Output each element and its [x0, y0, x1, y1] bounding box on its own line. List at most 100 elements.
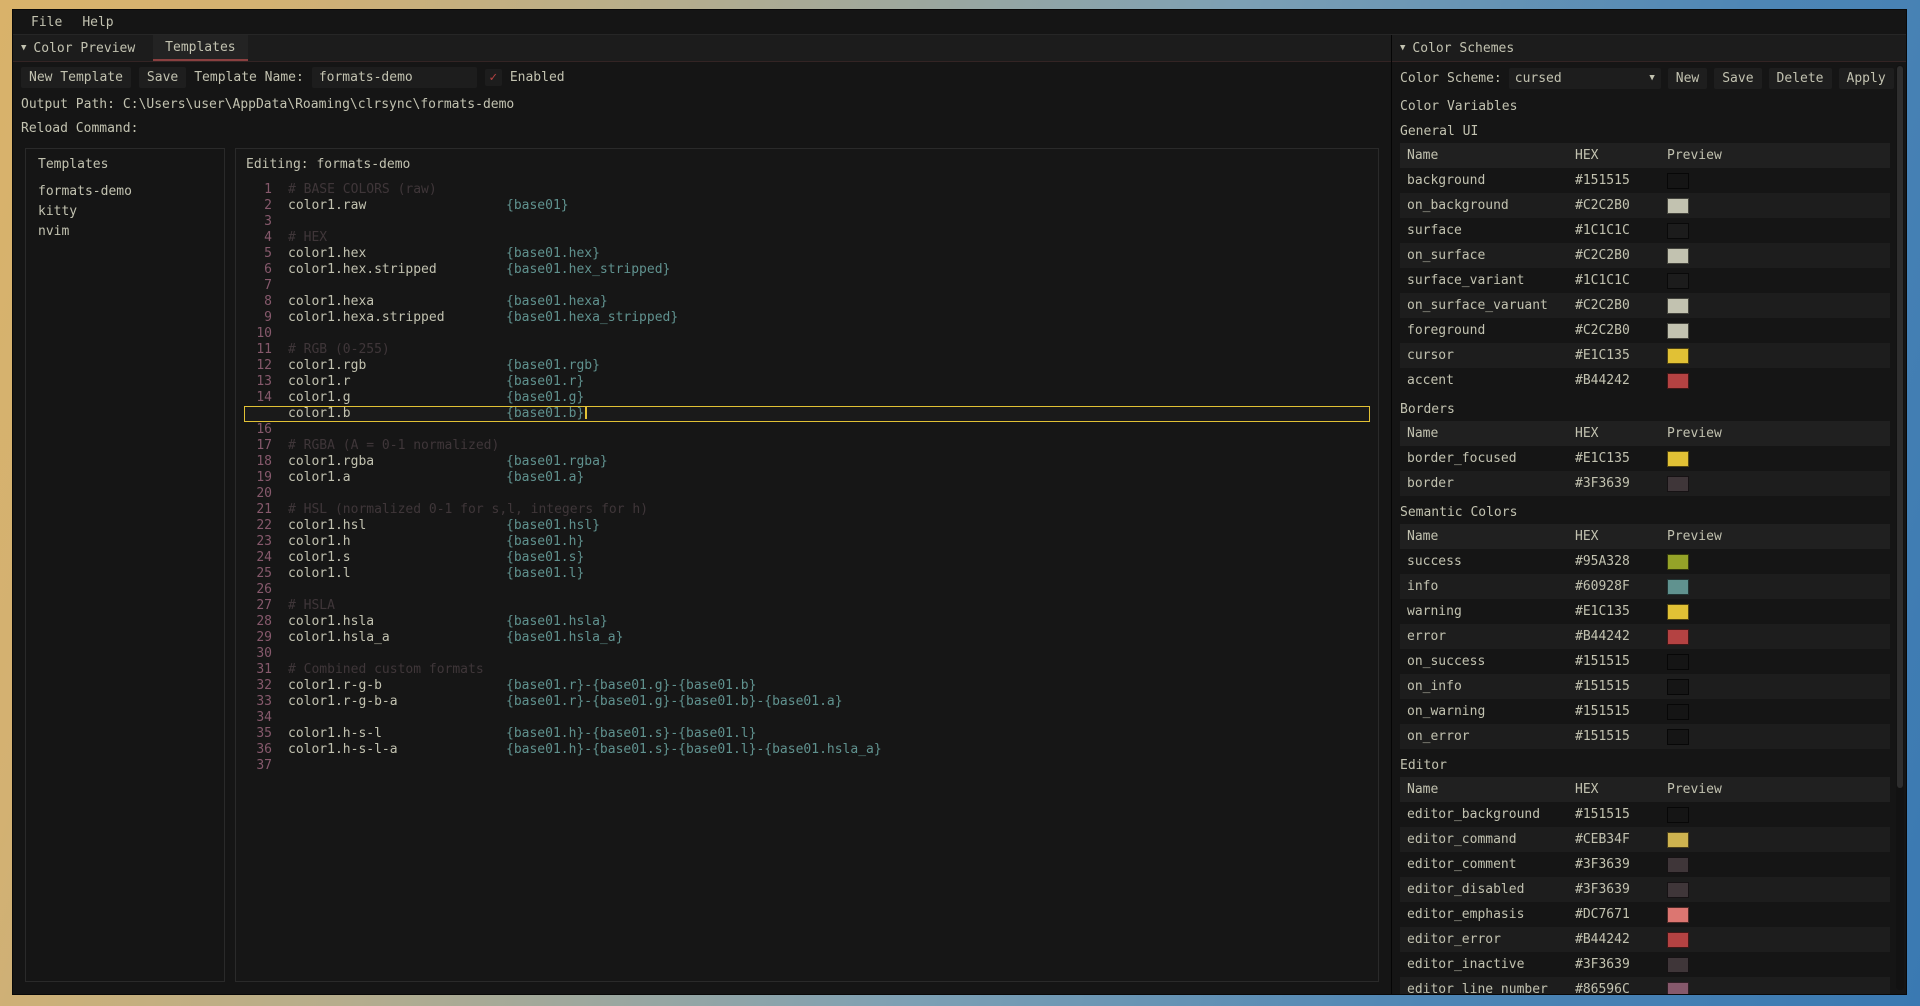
color-hex[interactable]: #151515	[1575, 729, 1667, 744]
code-line[interactable]: 22color1.hsl{base01.hsl}	[244, 518, 1370, 534]
code-line[interactable]: 9color1.hexa.stripped{base01.hexa_stripp…	[244, 310, 1370, 326]
code-line[interactable]: 7	[244, 278, 1370, 294]
color-swatch[interactable]	[1667, 273, 1689, 289]
color-hex[interactable]: #B44242	[1575, 932, 1667, 947]
color-swatch[interactable]	[1667, 476, 1689, 492]
template-item[interactable]: formats-demo	[38, 182, 212, 202]
color-swatch[interactable]	[1667, 729, 1689, 745]
color-swatch[interactable]	[1667, 807, 1689, 823]
color-swatch[interactable]	[1667, 348, 1689, 364]
code-line[interactable]: 25color1.l{base01.l}	[244, 566, 1370, 582]
collapse-arrow-icon[interactable]: ▼	[21, 43, 26, 53]
delete-scheme-button[interactable]: Delete	[1769, 68, 1832, 89]
menu-help[interactable]: Help	[72, 13, 123, 32]
code-line[interactable]: 20	[244, 486, 1370, 502]
code-line[interactable]: 6color1.hex.stripped{base01.hex_stripped…	[244, 262, 1370, 278]
color-swatch[interactable]	[1667, 223, 1689, 239]
color-row[interactable]: on_info#151515	[1400, 674, 1890, 699]
color-row[interactable]: warning#E1C135	[1400, 599, 1890, 624]
color-row[interactable]: success#95A328	[1400, 549, 1890, 574]
color-swatch[interactable]	[1667, 173, 1689, 189]
color-row[interactable]: on_surface#C2C2B0	[1400, 243, 1890, 268]
color-hex[interactable]: #C2C2B0	[1575, 248, 1667, 263]
color-row[interactable]: info#60928F	[1400, 574, 1890, 599]
code-line[interactable]: 36color1.h-s-l-a{base01.h}-{base01.s}-{b…	[244, 742, 1370, 758]
enabled-checkbox[interactable]: ✓	[485, 69, 502, 86]
color-row[interactable]: editor_error#B44242	[1400, 927, 1890, 952]
color-hex[interactable]: #E1C135	[1575, 348, 1667, 363]
code-line[interactable]: 21# HSL (normalized 0-1 for s,l, integer…	[244, 502, 1370, 518]
color-hex[interactable]: #151515	[1575, 654, 1667, 669]
new-template-button[interactable]: New Template	[21, 67, 131, 88]
color-row[interactable]: editor_line_number#86596C	[1400, 977, 1890, 994]
code-line[interactable]: 1# BASE COLORS (raw)	[244, 182, 1370, 198]
color-swatch[interactable]	[1667, 882, 1689, 898]
color-row[interactable]: on_error#151515	[1400, 724, 1890, 749]
color-swatch[interactable]	[1667, 373, 1689, 389]
color-row[interactable]: error#B44242	[1400, 624, 1890, 649]
color-swatch[interactable]	[1667, 832, 1689, 848]
color-hex[interactable]: #151515	[1575, 807, 1667, 822]
color-swatch[interactable]	[1667, 323, 1689, 339]
code-line[interactable]: 3	[244, 214, 1370, 230]
output-path-value[interactable]: C:\Users\user\AppData\Roaming\clrsync\fo…	[123, 97, 514, 112]
scrollbar[interactable]	[1896, 65, 1904, 990]
color-hex[interactable]: #1C1C1C	[1575, 273, 1667, 288]
new-scheme-button[interactable]: New	[1668, 68, 1707, 89]
color-row[interactable]: editor_command#CEB34F	[1400, 827, 1890, 852]
color-swatch[interactable]	[1667, 198, 1689, 214]
color-swatch[interactable]	[1667, 982, 1689, 995]
color-swatch[interactable]	[1667, 907, 1689, 923]
color-hex[interactable]: #E1C135	[1575, 604, 1667, 619]
color-hex[interactable]: #3F3639	[1575, 882, 1667, 897]
color-swatch[interactable]	[1667, 248, 1689, 264]
color-row[interactable]: editor_comment#3F3639	[1400, 852, 1890, 877]
color-hex[interactable]: #95A328	[1575, 554, 1667, 569]
tab-templates[interactable]: Templates	[153, 35, 247, 61]
code-line[interactable]: 27# HSLA	[244, 598, 1370, 614]
scheme-dropdown[interactable]: cursed ▼	[1509, 68, 1661, 89]
save-scheme-button[interactable]: Save	[1714, 68, 1761, 89]
color-hex[interactable]: #1C1C1C	[1575, 223, 1667, 238]
code-line[interactable]: 30	[244, 646, 1370, 662]
color-row[interactable]: editor_inactive#3F3639	[1400, 952, 1890, 977]
scrollbar-thumb[interactable]	[1897, 66, 1903, 788]
color-hex[interactable]: #C2C2B0	[1575, 198, 1667, 213]
color-row[interactable]: on_background#C2C2B0	[1400, 193, 1890, 218]
color-hex[interactable]: #3F3639	[1575, 857, 1667, 872]
color-row[interactable]: surface#1C1C1C	[1400, 218, 1890, 243]
code-line[interactable]: 26	[244, 582, 1370, 598]
color-hex[interactable]: #151515	[1575, 679, 1667, 694]
color-row[interactable]: border_focused#E1C135	[1400, 446, 1890, 471]
color-row[interactable]: editor_background#151515	[1400, 802, 1890, 827]
color-hex[interactable]: #C2C2B0	[1575, 298, 1667, 313]
color-swatch[interactable]	[1667, 857, 1689, 873]
code-line[interactable]: 17# RGBA (A = 0-1 normalized)	[244, 438, 1370, 454]
code-line[interactable]: 16	[244, 422, 1370, 438]
color-row[interactable]: editor_disabled#3F3639	[1400, 877, 1890, 902]
template-item[interactable]: nvim	[38, 222, 212, 242]
code-line[interactable]: 4# HEX	[244, 230, 1370, 246]
color-row[interactable]: on_surface_varuant#C2C2B0	[1400, 293, 1890, 318]
save-template-button[interactable]: Save	[139, 67, 186, 88]
code-line[interactable]: 8color1.hexa{base01.hexa}	[244, 294, 1370, 310]
code-line[interactable]: 33color1.r-g-b-a{base01.r}-{base01.g}-{b…	[244, 694, 1370, 710]
color-hex[interactable]: #B44242	[1575, 629, 1667, 644]
code-line[interactable]: 12color1.rgb{base01.rgb}	[244, 358, 1370, 374]
color-hex[interactable]: #CEB34F	[1575, 832, 1667, 847]
color-row[interactable]: border#3F3639	[1400, 471, 1890, 496]
code-line[interactable]: 11# RGB (0-255)	[244, 342, 1370, 358]
color-swatch[interactable]	[1667, 932, 1689, 948]
color-row[interactable]: on_success#151515	[1400, 649, 1890, 674]
code-line[interactable]: 31# Combined custom formats	[244, 662, 1370, 678]
color-row[interactable]: cursor#E1C135	[1400, 343, 1890, 368]
color-hex[interactable]: #C2C2B0	[1575, 323, 1667, 338]
code-line[interactable]: 10	[244, 326, 1370, 342]
code-line[interactable]: 2color1.raw{base01}	[244, 198, 1370, 214]
code-line[interactable]: 23color1.h{base01.h}	[244, 534, 1370, 550]
code-line[interactable]: 14color1.g{base01.g}	[244, 390, 1370, 406]
code-editor[interactable]: 1# BASE COLORS (raw)2color1.raw{base01}3…	[244, 180, 1370, 975]
color-swatch[interactable]	[1667, 654, 1689, 670]
code-line[interactable]: 32color1.r-g-b{base01.r}-{base01.g}-{bas…	[244, 678, 1370, 694]
color-swatch[interactable]	[1667, 579, 1689, 595]
